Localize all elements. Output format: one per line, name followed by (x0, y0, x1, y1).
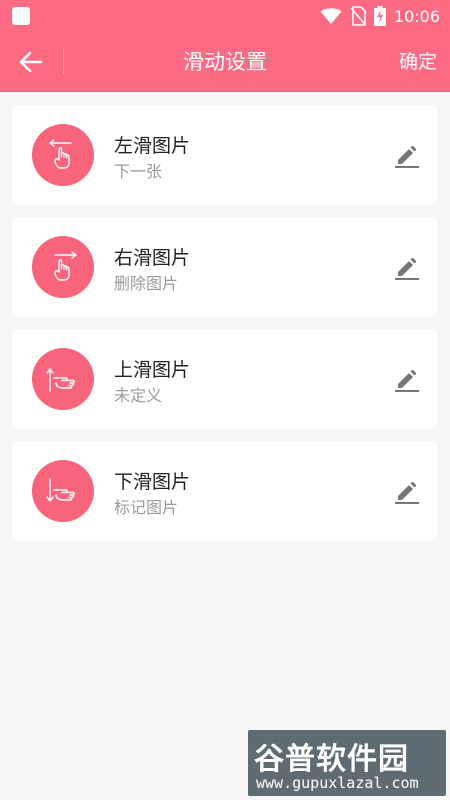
gesture-title: 右滑图片 (114, 247, 191, 269)
edit-button[interactable] (391, 363, 423, 395)
arrow-left-icon (19, 51, 43, 73)
no-sim-icon (350, 6, 366, 26)
gesture-item-swipe-left[interactable]: 左滑图片 下一张 (12, 105, 437, 205)
gesture-item-swipe-down[interactable]: 下滑图片 标记图片 (12, 441, 437, 541)
back-button[interactable] (14, 46, 48, 78)
gesture-action: 删除图片 (114, 274, 179, 293)
confirm-button[interactable]: 确定 (399, 32, 437, 92)
gesture-title: 上滑图片 (114, 359, 191, 381)
gesture-title: 下滑图片 (114, 471, 191, 493)
watermark-url: www.gupuxlazal.com (256, 774, 419, 792)
swipe-left-icon (32, 124, 94, 186)
gesture-title: 左滑图片 (114, 135, 191, 157)
notification-icon (12, 7, 30, 25)
gesture-action: 标记图片 (114, 498, 179, 517)
gesture-list: 左滑图片 下一张 右滑图片 删除图片 上滑图片 未定义 下滑图片 标记图片 (12, 105, 437, 553)
pencil-icon (395, 369, 419, 392)
edit-button[interactable] (391, 139, 423, 171)
page-title: 滑动设置 (183, 50, 267, 74)
pencil-icon (395, 145, 419, 168)
swipe-up-icon (32, 348, 94, 410)
gesture-action: 下一张 (114, 162, 163, 181)
toolbar: 滑动设置 确定 (0, 32, 450, 92)
app-screen: 10:06 滑动设置 确定 左滑图片 下一张 右滑图片 删除图片 上滑图片 未定… (0, 0, 450, 800)
status-icons: 10:06 (320, 0, 440, 32)
edit-button[interactable] (391, 251, 423, 283)
pencil-icon (395, 257, 419, 280)
swipe-right-icon (32, 236, 94, 298)
status-time: 10:06 (393, 6, 440, 26)
swipe-down-icon (32, 460, 94, 522)
edit-button[interactable] (391, 475, 423, 507)
battery-charging-icon (373, 6, 386, 26)
gesture-item-swipe-up[interactable]: 上滑图片 未定义 (12, 329, 437, 429)
gesture-action: 未定义 (114, 386, 163, 405)
gesture-item-swipe-right[interactable]: 右滑图片 删除图片 (12, 217, 437, 317)
watermark-name: 谷普软件园 (254, 742, 409, 777)
wifi-icon (320, 8, 342, 24)
toolbar-divider (63, 48, 64, 74)
status-bar: 10:06 (0, 0, 450, 32)
pencil-icon (395, 481, 419, 504)
watermark-logo: 谷普软件园 www.gupuxlazal.com (248, 730, 446, 796)
